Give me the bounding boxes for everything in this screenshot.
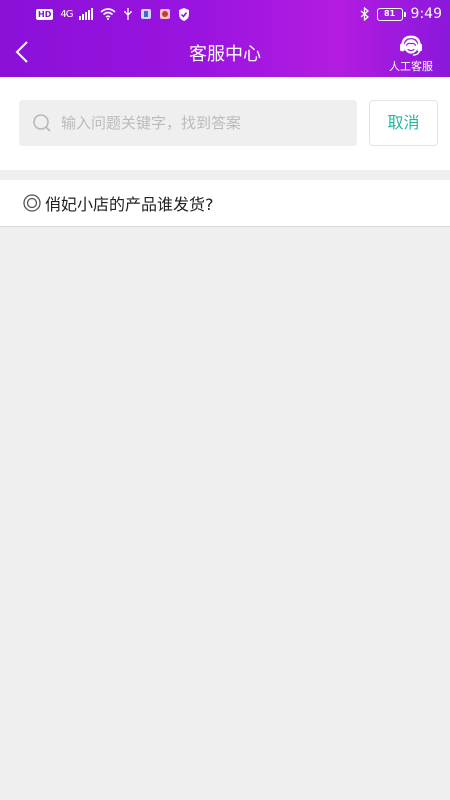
status-right: 81 9:49 bbox=[360, 5, 442, 23]
bluetooth-icon bbox=[360, 7, 369, 21]
hd-badge: HD bbox=[36, 8, 54, 20]
search-icon bbox=[33, 114, 51, 132]
result-list: 俏妃小店的产品谁发货? bbox=[0, 180, 450, 227]
app-header: HD 4G 81 9:49 客服中心 人工客服 bbox=[0, 0, 450, 77]
human-agent-label: 人工客服 bbox=[389, 60, 433, 73]
cancel-button[interactable]: 取消 bbox=[369, 100, 438, 146]
list-item[interactable]: 俏妃小店的产品谁发货? bbox=[0, 180, 450, 227]
search-box[interactable] bbox=[19, 100, 357, 146]
list-item-label: 俏妃小店的产品谁发货? bbox=[45, 195, 214, 214]
status-time: 9:49 bbox=[410, 6, 442, 22]
search-input[interactable] bbox=[61, 114, 341, 132]
status-left: HD 4G bbox=[36, 6, 190, 22]
search-section: 取消 bbox=[0, 77, 450, 170]
signal-label: 4G bbox=[60, 8, 73, 20]
headset-icon bbox=[399, 35, 423, 56]
signal-icon bbox=[79, 8, 94, 20]
human-agent-button[interactable]: 人工客服 bbox=[384, 34, 438, 74]
page-title: 客服中心 bbox=[189, 44, 261, 65]
nav-bar: 客服中心 人工客服 bbox=[0, 28, 450, 77]
game-notification-icon bbox=[160, 9, 171, 19]
battery-icon: 81 bbox=[376, 7, 406, 21]
status-bar: HD 4G 81 9:49 bbox=[0, 0, 450, 28]
shield-icon bbox=[179, 7, 190, 21]
ring-icon bbox=[23, 194, 41, 212]
usb-icon bbox=[124, 8, 133, 20]
wifi-icon bbox=[100, 8, 116, 20]
app-notification-icon bbox=[141, 9, 152, 19]
